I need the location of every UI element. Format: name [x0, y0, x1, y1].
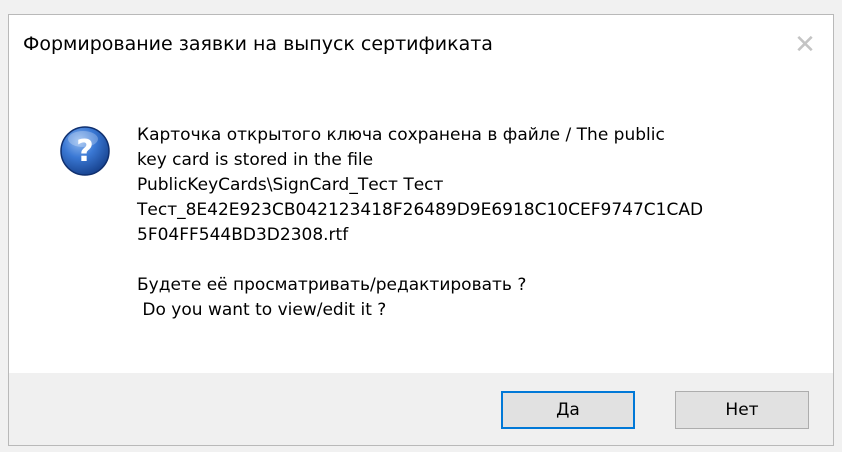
message-line: Тест_8E42E923CB042123418F26489D9E6918C10… [137, 200, 704, 220]
no-button[interactable]: Нет [675, 391, 809, 429]
question-line: Do you want to view/edit it ? [137, 300, 387, 320]
close-icon: ✕ [794, 30, 816, 60]
dialog-body: ? Карточка открытого ключа сохранена в ф… [9, 75, 833, 375]
message-line: key card is stored in the file [137, 150, 374, 170]
message-line: 5F04FF544BD3D2308.rtf [137, 225, 349, 245]
message-line: PublicKeyCards\SignCard_Тест Тест [137, 175, 444, 195]
question-icon: ? [60, 126, 110, 176]
close-button[interactable]: ✕ [791, 31, 819, 59]
message-spacer [137, 248, 817, 273]
question-line: Будете её просматривать/редактировать ? [137, 275, 527, 295]
button-bar: Да Нет [9, 373, 833, 445]
svg-text:?: ? [76, 134, 93, 169]
yes-button[interactable]: Да [501, 391, 635, 429]
title-bar[interactable]: Формирование заявки на выпуск сертификат… [9, 15, 833, 75]
message-box-dialog: Формирование заявки на выпуск сертификат… [8, 14, 834, 446]
message-line: Карточка открытого ключа сохранена в фай… [137, 125, 665, 145]
dialog-title: Формирование заявки на выпуск сертификат… [23, 33, 493, 55]
message-text: Карточка открытого ключа сохранена в фай… [137, 123, 817, 323]
